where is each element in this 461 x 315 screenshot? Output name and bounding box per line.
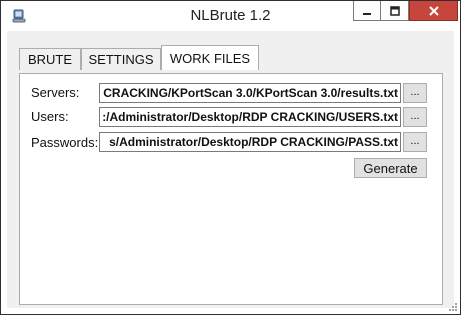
users-path-value: :/Administrator/Desktop/RDP CRACKING/USE… bbox=[102, 110, 398, 124]
client-area: BRUTE SETTINGS WORK FILES Servers: CRACK… bbox=[7, 31, 454, 308]
main-window: NLBrute 1.2 BRUTE SETTINGS WORK FILES Se… bbox=[0, 0, 461, 315]
servers-browse-button[interactable]: ... bbox=[403, 83, 427, 103]
passwords-browse-button[interactable]: ... bbox=[403, 132, 427, 152]
minimize-button[interactable] bbox=[353, 1, 381, 21]
resize-grip-icon[interactable] bbox=[447, 301, 458, 312]
passwords-path-field[interactable]: s/Administrator/Desktop/RDP CRACKING/PAS… bbox=[99, 132, 401, 152]
servers-path-value: CRACKING/KPortScan 3.0/KPortScan 3.0/res… bbox=[103, 86, 398, 100]
users-browse-button[interactable]: ... bbox=[403, 107, 427, 127]
servers-label: Servers: bbox=[31, 85, 80, 100]
title-bar[interactable]: NLBrute 1.2 bbox=[1, 1, 460, 31]
tab-brute[interactable]: BRUTE bbox=[19, 48, 81, 70]
users-path-field[interactable]: :/Administrator/Desktop/RDP CRACKING/USE… bbox=[99, 107, 401, 127]
tab-work-files[interactable]: WORK FILES bbox=[161, 45, 259, 70]
maximize-icon bbox=[389, 5, 400, 16]
close-icon bbox=[428, 5, 439, 16]
close-button[interactable] bbox=[409, 1, 458, 21]
maximize-button[interactable] bbox=[381, 1, 409, 21]
users-label: Users: bbox=[31, 109, 69, 124]
minimize-icon bbox=[363, 12, 371, 15]
passwords-path-value: s/Administrator/Desktop/RDP CRACKING/PAS… bbox=[109, 135, 398, 149]
passwords-label: Passwords: bbox=[31, 135, 99, 150]
generate-button[interactable]: Generate bbox=[354, 158, 427, 178]
servers-path-field[interactable]: CRACKING/KPortScan 3.0/KPortScan 3.0/res… bbox=[99, 83, 401, 103]
tab-settings[interactable]: SETTINGS bbox=[81, 48, 161, 70]
